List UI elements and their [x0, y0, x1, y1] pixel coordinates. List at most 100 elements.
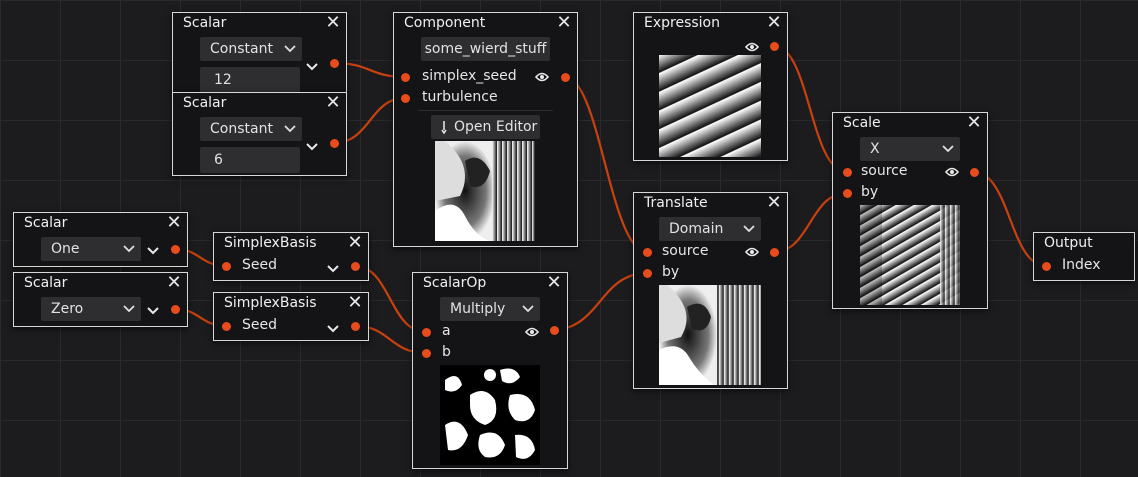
dropdown-arrow-icon [522, 305, 534, 313]
input-port-by[interactable] [843, 189, 852, 198]
mode-dropdown[interactable]: Zero [41, 297, 141, 321]
output-port[interactable] [330, 139, 339, 148]
chevron-down-icon[interactable] [147, 247, 159, 255]
scale-preview-image [860, 205, 960, 305]
close-icon[interactable]: ✕ [347, 234, 363, 252]
node-title: Scale [843, 115, 881, 131]
close-icon[interactable]: ✕ [166, 214, 182, 232]
node-scale[interactable]: Scale ✕ X source by [832, 112, 988, 309]
input-label-a: a [442, 323, 451, 339]
node-title: Translate [644, 195, 708, 211]
chevron-down-icon[interactable] [306, 63, 318, 71]
mode-dropdown[interactable]: Constant [200, 117, 302, 141]
output-port[interactable] [550, 326, 559, 335]
node-expression[interactable]: Expression ✕ [633, 12, 788, 161]
close-icon[interactable]: ✕ [347, 294, 363, 312]
node-scalar-constant-12[interactable]: Scalar ✕ Constant 12 [172, 12, 347, 93]
node-title: Scalar [183, 15, 227, 31]
dropdown-value: Domain [669, 221, 724, 237]
input-port-seed[interactable] [222, 322, 231, 331]
input-label-by: by [662, 264, 680, 280]
chevron-down-icon[interactable] [327, 325, 339, 333]
value-field[interactable]: 6 [200, 147, 300, 173]
node-scalar-op[interactable]: ScalarOp ✕ Multiply a b [412, 272, 568, 469]
close-icon[interactable]: ✕ [556, 14, 572, 32]
node-simplex-basis[interactable]: SimplexBasis ✕ Seed [213, 232, 369, 281]
node-component[interactable]: Component ✕ some_wierd_stuff simplex_see… [393, 12, 578, 247]
dropdown-arrow-icon [123, 305, 135, 313]
output-port[interactable] [970, 168, 979, 177]
input-port-seed[interactable] [222, 262, 231, 271]
node-translate[interactable]: Translate ✕ Domain source by [633, 192, 788, 389]
pencil-icon [441, 121, 447, 134]
input-port-simplex-seed[interactable] [401, 73, 410, 82]
node-scalar-one[interactable]: Scalar ✕ One [13, 212, 188, 267]
open-editor-button[interactable]: Open Editor [431, 115, 540, 139]
node-title: SimplexBasis [224, 235, 317, 251]
input-label-source: source [861, 163, 908, 179]
node-scalar-zero[interactable]: Scalar ✕ Zero [13, 272, 188, 327]
dropdown-value: Constant [210, 41, 273, 57]
dropdown-value: X [870, 141, 880, 157]
close-icon[interactable]: ✕ [325, 94, 341, 112]
output-port[interactable] [351, 262, 360, 271]
chevron-down-icon[interactable] [327, 265, 339, 273]
output-port[interactable] [770, 248, 779, 257]
close-icon[interactable]: ✕ [766, 194, 782, 212]
input-port-source[interactable] [843, 168, 852, 177]
output-port[interactable] [330, 59, 339, 68]
node-title: Component [404, 15, 486, 31]
dropdown-arrow-icon [123, 245, 135, 253]
dropdown-value: One [51, 241, 80, 257]
close-icon[interactable]: ✕ [546, 274, 562, 292]
close-icon[interactable]: ✕ [166, 274, 182, 292]
eye-icon[interactable] [745, 246, 759, 258]
chevron-down-icon[interactable] [306, 143, 318, 151]
input-port-a[interactable] [422, 328, 431, 337]
output-port[interactable] [171, 245, 180, 254]
eye-icon[interactable] [525, 326, 539, 338]
node-title: ScalarOp [423, 275, 487, 291]
input-label-source: source [662, 243, 709, 259]
translate-preview-image [659, 285, 761, 385]
mode-dropdown[interactable]: Constant [200, 37, 302, 61]
dropdown-value: Multiply [450, 301, 506, 317]
close-icon[interactable]: ✕ [325, 14, 341, 32]
node-title: Expression [644, 15, 720, 31]
chevron-down-icon[interactable] [147, 307, 159, 315]
component-preview-image [435, 141, 535, 241]
eye-icon[interactable] [745, 41, 759, 53]
operation-dropdown[interactable]: Multiply [440, 297, 540, 321]
output-port[interactable] [351, 322, 360, 331]
dropdown-value: Constant [210, 121, 273, 137]
output-port[interactable] [561, 73, 570, 82]
eye-icon[interactable] [535, 71, 549, 83]
eye-icon[interactable] [945, 166, 959, 178]
input-label-simplex-seed: simplex_seed [422, 68, 517, 84]
expression-preview-image [659, 55, 761, 157]
mode-dropdown[interactable]: Domain [659, 217, 761, 241]
axis-dropdown[interactable]: X [860, 137, 960, 161]
node-simplex-basis[interactable]: SimplexBasis ✕ Seed [213, 292, 369, 341]
input-label-seed: Seed [242, 257, 277, 273]
input-port-b[interactable] [422, 349, 431, 358]
node-title: SimplexBasis [224, 295, 317, 311]
dropdown-arrow-icon [743, 225, 755, 233]
value-field[interactable]: 12 [200, 67, 300, 93]
output-port[interactable] [171, 305, 180, 314]
node-scalar-constant-6[interactable]: Scalar ✕ Constant 6 [172, 92, 347, 176]
node-output[interactable]: Output Index [1033, 232, 1135, 281]
input-label-b: b [442, 344, 451, 360]
close-icon[interactable]: ✕ [766, 14, 782, 32]
open-editor-label: Open Editor [454, 119, 538, 135]
input-port-by[interactable] [643, 269, 652, 278]
component-name-field[interactable]: some_wierd_stuff [421, 37, 550, 61]
node-title: Scalar [24, 215, 68, 231]
close-icon[interactable]: ✕ [966, 114, 982, 132]
input-label-turbulence: turbulence [422, 89, 498, 105]
output-port[interactable] [770, 42, 779, 51]
input-port-turbulence[interactable] [401, 94, 410, 103]
input-port-index[interactable] [1042, 262, 1051, 271]
input-port-source[interactable] [643, 248, 652, 257]
mode-dropdown[interactable]: One [41, 237, 141, 261]
